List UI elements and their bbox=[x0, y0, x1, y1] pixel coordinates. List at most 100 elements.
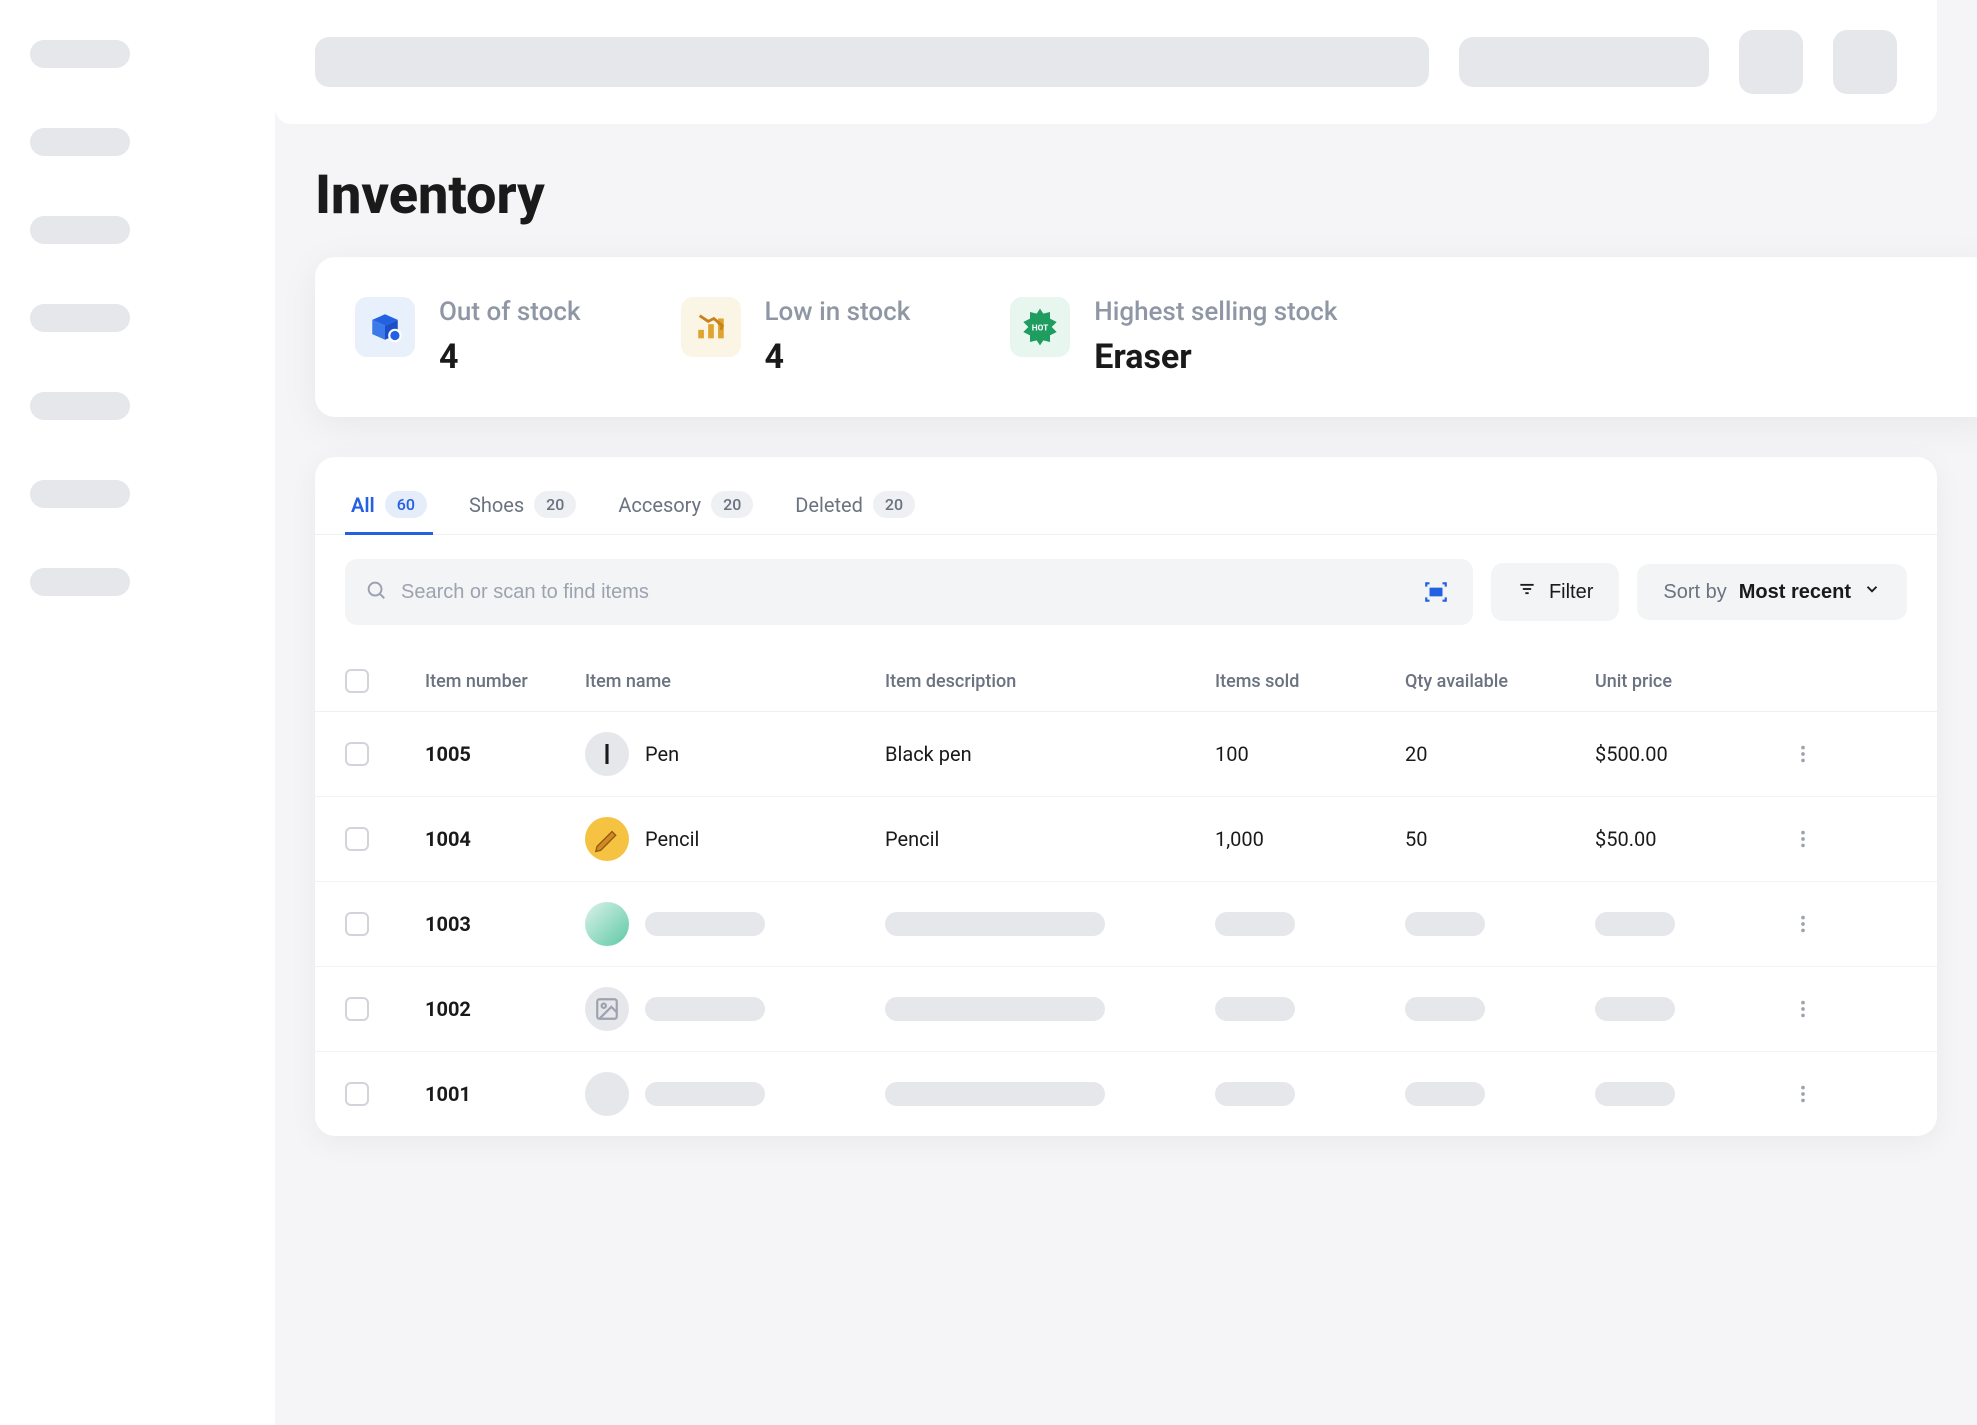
cell-item-description bbox=[885, 912, 1195, 936]
cell-unit-price: $50.00 bbox=[1595, 827, 1765, 851]
sidebar-item[interactable] bbox=[30, 568, 130, 596]
cell-items-sold bbox=[1215, 912, 1385, 936]
sidebar-item[interactable] bbox=[30, 392, 130, 420]
stat-value: 4 bbox=[439, 337, 581, 377]
cell-item-name bbox=[585, 987, 865, 1031]
stat-value: 4 bbox=[765, 337, 911, 377]
sidebar-item[interactable] bbox=[30, 216, 130, 244]
search-icon bbox=[365, 579, 387, 606]
tab-label: All bbox=[351, 493, 375, 517]
cell-items-sold bbox=[1215, 997, 1385, 1021]
row-checkbox[interactable] bbox=[345, 912, 369, 936]
col-unit-price: Unit price bbox=[1595, 671, 1765, 692]
tab-label: Shoes bbox=[469, 493, 524, 517]
filter-button[interactable]: Filter bbox=[1491, 563, 1619, 621]
cell-item-number: 1004 bbox=[425, 827, 565, 851]
table-row[interactable]: 1005PenBlack pen10020$500.00 bbox=[315, 712, 1937, 797]
cell-item-description: Pencil bbox=[885, 827, 1195, 851]
tab-accesory[interactable]: Accesory 20 bbox=[612, 477, 759, 535]
row-more-button[interactable] bbox=[1785, 991, 1821, 1027]
main-content: Inventory Out of stock 4 Low in stock 4 bbox=[275, 0, 1977, 1425]
tab-all[interactable]: All 60 bbox=[345, 477, 433, 535]
cell-qty-available: 20 bbox=[1405, 742, 1575, 766]
stat-value: Eraser bbox=[1094, 337, 1337, 377]
col-item-number: Item number bbox=[425, 671, 565, 692]
table-row[interactable]: 1003 bbox=[315, 882, 1937, 967]
tabs: All 60 Shoes20 Accesory 20 Deleted 20 bbox=[315, 457, 1937, 535]
cell-unit-price bbox=[1595, 1082, 1765, 1106]
page-title: Inventory bbox=[275, 124, 1977, 257]
topbar-icon-placeholder[interactable] bbox=[1833, 30, 1897, 94]
cell-unit-price bbox=[1595, 912, 1765, 936]
sidebar-item[interactable] bbox=[30, 480, 130, 508]
row-checkbox[interactable] bbox=[345, 997, 369, 1021]
cell-qty-available: 50 bbox=[1405, 827, 1575, 851]
cell-items-sold: 100 bbox=[1215, 742, 1385, 766]
tab-label: Deleted bbox=[795, 493, 863, 517]
col-items-sold: Items sold bbox=[1215, 671, 1385, 692]
stats-card: Out of stock 4 Low in stock 4 HOT Highe bbox=[315, 257, 1977, 417]
box-icon bbox=[355, 297, 415, 357]
table-row[interactable]: 1002 bbox=[315, 967, 1937, 1052]
cell-item-name bbox=[585, 902, 865, 946]
col-item-description: Item description bbox=[885, 671, 1195, 692]
scan-barcode-icon[interactable] bbox=[1419, 575, 1453, 609]
table-toolbar: Filter Sort by Most recent bbox=[315, 535, 1937, 649]
sidebar-item[interactable] bbox=[30, 128, 130, 156]
row-checkbox[interactable] bbox=[345, 827, 369, 851]
cell-item-number: 1005 bbox=[425, 742, 565, 766]
cell-unit-price bbox=[1595, 997, 1765, 1021]
row-checkbox[interactable] bbox=[345, 742, 369, 766]
stat-out-of-stock: Out of stock 4 bbox=[355, 297, 581, 377]
stat-highest-selling: HOT Highest selling stock Eraser bbox=[1010, 297, 1337, 377]
sidebar-item[interactable] bbox=[30, 40, 130, 68]
tab-count-badge: 20 bbox=[873, 491, 915, 518]
row-more-button[interactable] bbox=[1785, 1076, 1821, 1112]
col-qty-available: Qty available bbox=[1405, 671, 1575, 692]
inventory-table-card: All60Shoes20Accesory20Deleted20 bbox=[315, 457, 1937, 1136]
cell-item-number: 1002 bbox=[425, 997, 565, 1021]
chevron-down-icon bbox=[1863, 580, 1881, 604]
tab-count-badge: 20 bbox=[711, 491, 753, 518]
cell-unit-price: $500.00 bbox=[1595, 742, 1765, 766]
sort-button[interactable]: Sort by Most recent bbox=[1637, 564, 1907, 620]
sort-value: Most recent bbox=[1739, 581, 1851, 604]
filter-icon bbox=[1517, 579, 1537, 605]
chart-down-icon bbox=[681, 297, 741, 357]
tab-deleted[interactable]: Deleted 20 bbox=[789, 477, 921, 535]
tab-shoes[interactable]: Shoes20 bbox=[463, 477, 582, 535]
row-more-button[interactable] bbox=[1785, 821, 1821, 857]
stat-label: Highest selling stock bbox=[1094, 297, 1337, 327]
search-input[interactable] bbox=[401, 581, 1405, 604]
table-row[interactable]: 1001 bbox=[315, 1052, 1937, 1136]
topbar-search-placeholder[interactable] bbox=[315, 37, 1429, 87]
table-header: Item number Item name Item description I… bbox=[315, 649, 1937, 712]
stat-label: Low in stock bbox=[765, 297, 911, 327]
sidebar-item[interactable] bbox=[30, 304, 130, 332]
col-item-name: Item name bbox=[585, 671, 865, 692]
row-more-button[interactable] bbox=[1785, 736, 1821, 772]
cell-items-sold bbox=[1215, 1082, 1385, 1106]
cell-items-sold: 1,000 bbox=[1215, 827, 1385, 851]
cell-item-description: Black pen bbox=[885, 742, 1195, 766]
stat-low-in-stock: Low in stock 4 bbox=[681, 297, 911, 377]
topbar-action-placeholder[interactable] bbox=[1459, 37, 1709, 87]
cell-item-description bbox=[885, 997, 1195, 1021]
tab-label: Accesory bbox=[618, 493, 701, 517]
row-more-button[interactable] bbox=[1785, 906, 1821, 942]
table-row[interactable]: 1004 Pencil Pencil 1,000 50 $50.00 bbox=[315, 797, 1937, 882]
cell-item-number: 1003 bbox=[425, 912, 565, 936]
cell-qty-available bbox=[1405, 912, 1575, 936]
cell-item-number: 1001 bbox=[425, 1082, 565, 1106]
cell-item-name: Pencil bbox=[585, 817, 865, 861]
topbar-icon-placeholder[interactable] bbox=[1739, 30, 1803, 94]
cell-item-name bbox=[585, 1072, 865, 1116]
sidebar bbox=[0, 0, 275, 1425]
topbar bbox=[275, 0, 1937, 124]
stat-label: Out of stock bbox=[439, 297, 581, 327]
tab-count-badge: 60 bbox=[385, 491, 427, 518]
select-all-checkbox[interactable] bbox=[345, 669, 369, 693]
cell-qty-available bbox=[1405, 997, 1575, 1021]
row-checkbox[interactable] bbox=[345, 1082, 369, 1106]
hot-badge-icon: HOT bbox=[1010, 297, 1070, 357]
